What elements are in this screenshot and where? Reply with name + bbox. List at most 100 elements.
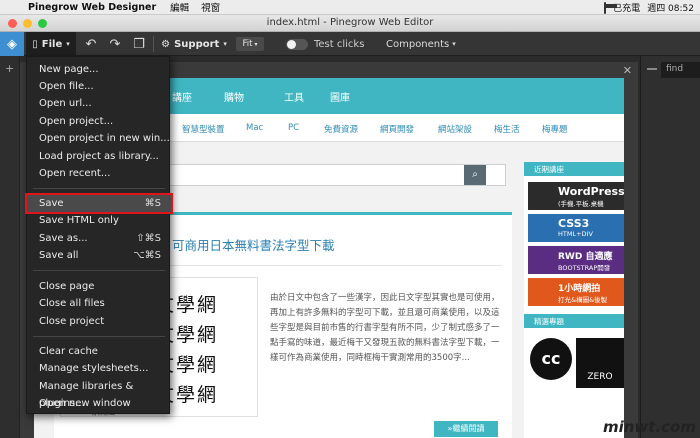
menu-item-close-project[interactable]: Close project: [27, 313, 171, 330]
search-icon[interactable]: ⌕: [464, 165, 486, 185]
zero-badge[interactable]: ZERO: [576, 338, 624, 388]
menu-item-label: Close all files: [39, 298, 105, 309]
menu-item-label: Open recent...: [39, 168, 111, 179]
caret-down-icon: ▾: [452, 40, 456, 48]
banner-sub: HTML+DIV: [558, 230, 593, 238]
menu-item-save-all[interactable]: Save all ⌥⌘S: [27, 247, 171, 264]
menu-item-open-new-window[interactable]: Open new window: [27, 395, 171, 412]
banner-title: WordPress: [558, 185, 624, 198]
test-clicks-toggle[interactable]: [286, 39, 308, 50]
article-title[interactable]: 可商用日本無料書法字型下載: [172, 235, 335, 254]
battery-status: 已充電: [613, 4, 641, 14]
menu-item-shortcut: ⇧⌘S: [136, 233, 161, 244]
banner-sub: BOOTSTRAP開發: [558, 264, 611, 272]
undo-icon[interactable]: ↶: [80, 32, 102, 56]
menu-separator: [33, 188, 165, 189]
close-page-icon[interactable]: ✕: [623, 64, 632, 77]
menu-item-label: Open file...: [39, 81, 94, 92]
read-more-button[interactable]: »繼續閱讀: [434, 421, 498, 437]
caret-down-icon: ▾: [66, 40, 70, 48]
components-menu-button[interactable]: Components ▾: [386, 32, 456, 56]
support-label: Support: [174, 38, 220, 50]
find-input[interactable]: find: [661, 62, 700, 78]
subnav-item[interactable]: 免費資源: [324, 123, 358, 135]
subnav-item[interactable]: Mac: [246, 123, 263, 133]
subnav-item[interactable]: PC: [288, 123, 299, 133]
menu-item-label: Close project: [39, 316, 105, 327]
menu-item-label: Open project in new win...: [39, 133, 170, 144]
copy-icon[interactable]: ❐: [128, 32, 150, 56]
add-icon[interactable]: +: [5, 62, 14, 75]
menu-item-open-recent[interactable]: Open recent...: [27, 165, 171, 182]
menu-item-close-all-files[interactable]: Close all files: [27, 295, 171, 312]
nav-item[interactable]: 圖庫: [330, 89, 350, 104]
menu-item-label: Save as...: [39, 233, 88, 244]
menu-item-open-file[interactable]: Open file...: [27, 78, 171, 95]
menu-item-label: Load project as library...: [39, 151, 159, 162]
menu-item-open-url[interactable]: Open url...: [27, 95, 171, 112]
course-banner[interactable]: 1小時網拍 打光&構圖&後製: [528, 278, 624, 306]
clock[interactable]: 週四 08:52: [647, 1, 694, 14]
fit-zoom-select[interactable]: Fit ▾: [236, 37, 264, 51]
menu-item-label: Save HTML only: [39, 215, 119, 226]
menu-item-new-page[interactable]: New page...: [27, 61, 171, 78]
pinegrow-logo-icon[interactable]: ◈: [0, 32, 24, 56]
course-banner[interactable]: CSS3 HTML+DIV: [528, 214, 624, 242]
right-panel: find: [640, 56, 700, 438]
banner-sub: 打光&構圖&後製: [558, 296, 608, 304]
banner-title: RWD 自適應: [558, 252, 613, 262]
menu-separator: [33, 270, 165, 271]
sidebar-heading: 近期講座: [524, 162, 624, 176]
menu-item-label: Manage stylesheets...: [39, 363, 149, 374]
menu-item-label: Save all: [39, 250, 79, 261]
menu-item-manage-stylesheets[interactable]: Manage stylesheets...: [27, 360, 171, 377]
collapse-icon[interactable]: [647, 68, 657, 70]
support-menu-button[interactable]: ⚙ Support ▾: [158, 32, 230, 56]
window-titlebar: index.html - Pinegrow Web Editor: [0, 15, 700, 32]
nav-item[interactable]: 購物: [224, 89, 244, 104]
article-excerpt: 由於日文中包含了一些漢字，因此日文字型其實也是可使用，再加上有許多無料的字型可下…: [270, 293, 500, 363]
components-label: Components: [386, 38, 450, 50]
menu-item-save-as[interactable]: Save as... ⇧⌘S: [27, 230, 171, 247]
menu-item-shortcut: ⌥⌘S: [133, 250, 161, 261]
fit-label: Fit: [242, 39, 253, 49]
app-name-menu[interactable]: Pinegrow Web Designer: [28, 2, 156, 13]
menu-item-open-project[interactable]: Open project...: [27, 113, 171, 130]
menu-item-save-html-only[interactable]: Save HTML only: [27, 212, 171, 229]
toolbar-divider: [153, 36, 154, 52]
file-icon: ▯: [32, 38, 38, 50]
system-menubar: Pinegrow Web Designer 編輯 視窗 已充電 週四 08:52: [0, 0, 700, 15]
file-menu-button[interactable]: ▯ File ▾: [26, 32, 76, 56]
subnav-item[interactable]: 梅專題: [542, 123, 568, 135]
subnav-item[interactable]: 網頁開發: [380, 123, 414, 135]
menu-edit[interactable]: 編輯: [170, 0, 189, 14]
menu-item-label: Clear cache: [39, 346, 98, 357]
menu-item-close-page[interactable]: Close page: [27, 278, 171, 295]
menu-item-label: New page...: [39, 64, 99, 75]
menu-item-label: Save: [39, 198, 64, 209]
test-clicks-label: Test clicks: [314, 38, 365, 50]
subnav-item[interactable]: 網站架設: [438, 123, 472, 135]
subnav-item[interactable]: 梅生活: [494, 123, 520, 135]
battery-icon[interactable]: [604, 1, 607, 14]
main-toolbar: ◈ ▯ File ▾ ↶ ↷ ❐ ⚙ Support ▾ Fit ▾ Test c…: [0, 32, 700, 56]
nav-item[interactable]: 講座: [172, 89, 192, 104]
menu-item-open-project-new-window[interactable]: Open project in new win...: [27, 130, 171, 147]
caret-down-icon: ▾: [254, 40, 258, 48]
menu-item-shortcut: ⌘S: [144, 198, 161, 209]
course-banner[interactable]: WordPress (手機.平板.桌機: [528, 182, 624, 210]
menu-window[interactable]: 視窗: [201, 0, 220, 14]
redo-icon[interactable]: ↷: [104, 32, 126, 56]
menu-item-label: Close page: [39, 281, 95, 292]
subnav-item[interactable]: 智慧型裝置: [182, 123, 225, 135]
menu-item-clear-cache[interactable]: Clear cache: [27, 343, 171, 360]
banner-title: CSS3: [558, 217, 590, 230]
window-title: index.html - Pinegrow Web Editor: [266, 17, 434, 28]
course-banner[interactable]: RWD 自適應 BOOTSTRAP開發: [528, 246, 624, 274]
menu-item-load-library[interactable]: Load project as library...: [27, 148, 171, 165]
menu-item-label: Open new window: [39, 398, 131, 409]
menu-item-save[interactable]: Save ⌘S: [25, 193, 173, 214]
creative-commons-logo[interactable]: cc: [530, 338, 572, 380]
menu-item-manage-libraries[interactable]: Manage libraries & plugins...: [27, 378, 171, 409]
nav-item[interactable]: 工具: [284, 89, 304, 104]
